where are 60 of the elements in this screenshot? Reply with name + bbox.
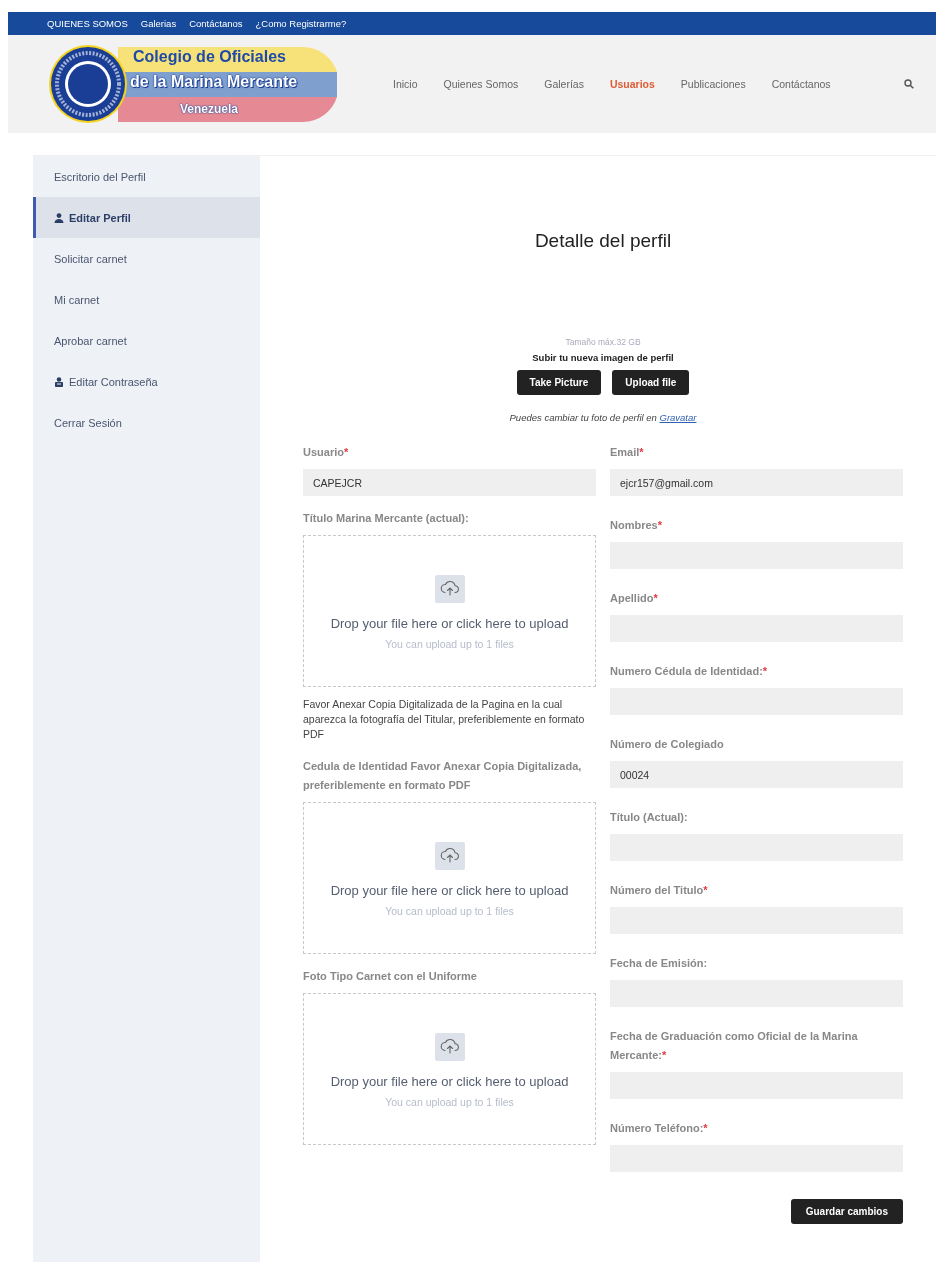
nav-link[interactable]: Quienes Somos xyxy=(443,78,519,90)
dropzone-hint: You can upload up to 1 files xyxy=(385,637,514,650)
gravatar-note: Puedes cambiar tu foto de perfil en Gravatar xyxy=(509,412,697,423)
input-field[interactable]: 00024 xyxy=(610,761,903,788)
dropzone-prompt: Drop your file here or click here to upload xyxy=(330,882,569,898)
size-limit-text: Tamaño máx.32 GB xyxy=(565,337,641,347)
nav-link[interactable]: Galerías xyxy=(544,78,584,90)
nav-link[interactable]: Contáctanos xyxy=(771,78,831,90)
field-label: Fecha de Graduación como Oficial de la Marina Mercante:* xyxy=(610,1029,859,1063)
help-text: Favor Anexar Copia Digitalizada de la Pagina en la cual aparezca la fotografía del Titular, preferiblemente en formato PDF xyxy=(303,697,586,742)
sidebar-item[interactable]: Editar Perfil xyxy=(33,197,260,238)
field-label: Apellido* xyxy=(610,591,659,606)
file-dropzone[interactable]: Drop your file here or click here to upload You can upload up to 1 files xyxy=(303,802,596,954)
field-label: Número de Colegiado xyxy=(610,737,725,752)
sidebar-item[interactable]: Aprobar carnet xyxy=(33,320,260,361)
dropzone-prompt: Drop your file here or click here to upload xyxy=(330,615,569,631)
sidebar-item[interactable]: Mi carnet xyxy=(33,279,260,320)
field-label: Título (Actual): xyxy=(610,810,689,825)
field-label: Fecha de Emisión: xyxy=(610,956,709,971)
logo-title: de la Marina Mercante xyxy=(130,73,298,91)
save-button[interactable]: Guardar cambios xyxy=(790,1199,903,1224)
logo-title: Colegio de Oficiales xyxy=(133,48,286,66)
field-label: Título Marina Mercante (actual): xyxy=(303,511,470,526)
sidebar-item[interactable]: Escritorio del Perfil xyxy=(33,156,260,197)
field-label: Número Teléfono:* xyxy=(610,1121,709,1136)
page-title: Detalle del perfil xyxy=(533,229,673,253)
input-field[interactable]: ejcr157@gmail.com xyxy=(610,469,903,496)
cloud-upload-icon xyxy=(434,1032,465,1061)
field-label: Nombres* xyxy=(610,518,663,533)
top-bar-link[interactable]: Contáctanos xyxy=(189,18,243,29)
field-label: Usuario* xyxy=(303,445,350,460)
input-field[interactable]: CAPEJCR xyxy=(303,469,596,496)
search-icon[interactable] xyxy=(904,79,914,89)
dropzone-prompt: Drop your file here or click here to upload xyxy=(330,1073,569,1089)
field-label: Email* xyxy=(610,445,645,460)
nav-link[interactable]: Inicio xyxy=(393,78,418,90)
dropzone-hint: You can upload up to 1 files xyxy=(385,904,514,917)
file-dropzone[interactable]: Drop your file here or click here to upload You can upload up to 1 files xyxy=(303,993,596,1145)
nav-link[interactable]: Publicaciones xyxy=(680,78,746,90)
top-bar-link[interactable]: ¿Como Registrarme? xyxy=(255,18,347,29)
field-label: Numero Cédula de Identidad:* xyxy=(610,664,769,679)
sidebar-item[interactable]: Solicitar carnet xyxy=(33,238,260,279)
sidebar-item[interactable]: Cerrar Sesión xyxy=(33,402,260,443)
cloud-upload-icon xyxy=(434,574,465,603)
user-lock-icon xyxy=(54,376,64,387)
top-bar-link[interactable]: Galerias xyxy=(140,18,177,29)
logo-subtitle: Venezuela xyxy=(180,102,239,116)
field-label: Número del Titulo* xyxy=(610,883,709,898)
cloud-upload-icon xyxy=(434,841,465,870)
upload-heading: Subir tu nueva imagen de perfil xyxy=(532,352,674,363)
file-dropzone[interactable]: Drop your file here or click here to upload You can upload up to 1 files xyxy=(303,535,596,687)
dropzone-hint: You can upload up to 1 files xyxy=(385,1095,514,1108)
user-icon xyxy=(54,212,64,223)
field-label: Cedula de Identidad Favor Anexar Copia Digitalizada, preferiblemente en formato PDF xyxy=(303,759,583,793)
upload-button[interactable]: Take Picture xyxy=(516,370,602,395)
sidebar-item[interactable]: Editar Contraseña xyxy=(33,361,260,402)
gravatar-link[interactable]: Gravatar xyxy=(659,412,697,423)
top-bar-link[interactable]: QUIENES SOMOS xyxy=(47,18,128,29)
field-label: Foto Tipo Carnet con el Uniforme xyxy=(303,969,478,984)
upload-button[interactable]: Upload file xyxy=(612,370,690,395)
